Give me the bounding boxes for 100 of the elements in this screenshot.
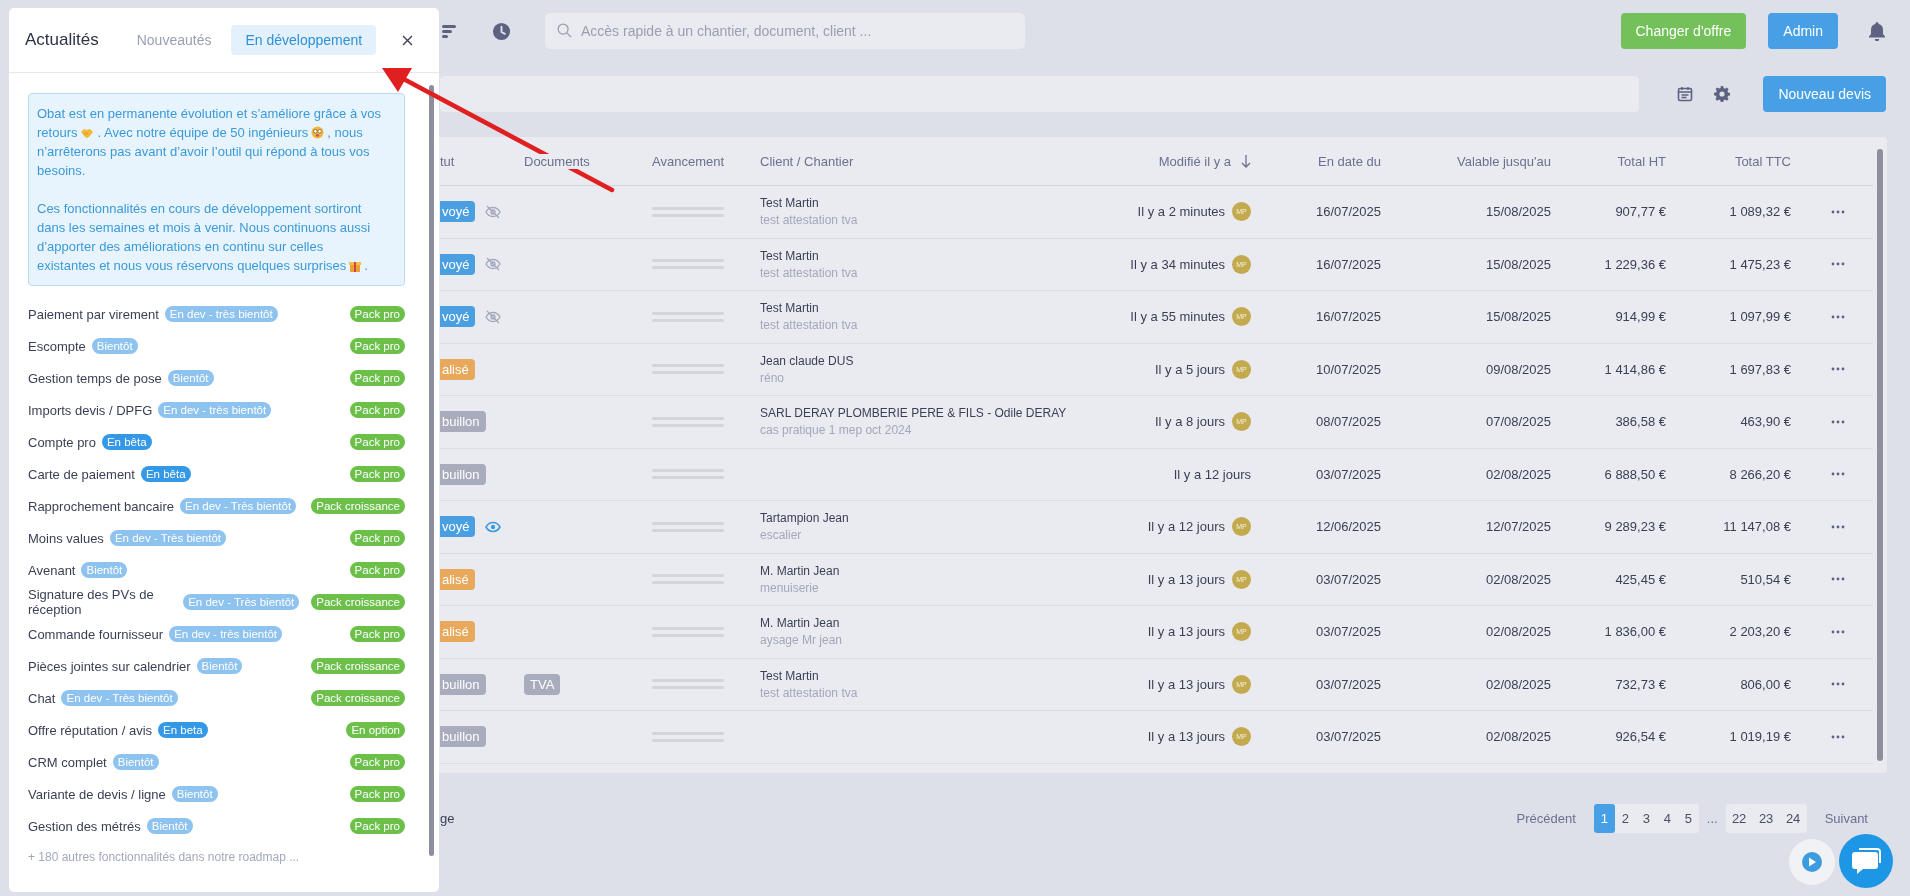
plan-label: Pack pro xyxy=(349,818,405,834)
search-field[interactable]: Accès rapide à un chantier, document, client ... xyxy=(545,13,1025,49)
more-icon[interactable] xyxy=(1831,472,1845,477)
status-label: buillon xyxy=(440,411,486,433)
plan-label: Pack croissance xyxy=(311,498,405,514)
page-button[interactable]: 22 xyxy=(1725,803,1753,833)
dev-status-label: Bientôt xyxy=(171,786,218,802)
client-name: SARL DERAY PLOMBERIE PERE & FILS - Odile DERAY xyxy=(760,406,1067,421)
more-icon[interactable] xyxy=(1831,629,1845,634)
dev-status-label: Bientôt xyxy=(91,338,138,354)
table-cell: 8 266,20 € xyxy=(1729,466,1791,482)
page-button[interactable]: 5 xyxy=(1677,803,1699,833)
feature-name: Imports devis / DPFG xyxy=(28,402,153,418)
intro-text: d’apporter des améliorations en continu sur celles xyxy=(37,239,324,254)
feature-name: Escompte xyxy=(28,338,86,354)
feature-name: Offre réputation / avis xyxy=(28,722,153,738)
more-icon[interactable] xyxy=(1831,682,1845,687)
plan-label: Pack pro xyxy=(349,786,405,802)
page-button[interactable]: 4 xyxy=(1656,803,1678,833)
table-cell: 1 229,36 € xyxy=(1604,256,1666,272)
table-cell: 463,90 € xyxy=(1740,414,1791,430)
panel-tab[interactable]: En développement xyxy=(231,25,377,55)
page-size-label: ge xyxy=(440,810,455,826)
table-cell: 16/07/2025 xyxy=(1315,204,1381,220)
calendar-icon[interactable] xyxy=(1677,86,1694,102)
status-label: buillon xyxy=(440,726,486,748)
play-button[interactable] xyxy=(1788,838,1836,886)
more-icon[interactable] xyxy=(1831,577,1845,582)
more-icon[interactable] xyxy=(1831,734,1845,739)
feature-name: Gestion des métrés xyxy=(28,818,141,834)
table-cell: 907,77 € xyxy=(1615,204,1666,220)
sort-arrow-icon[interactable] xyxy=(1241,154,1251,168)
header-button[interactable]: Admin xyxy=(1768,13,1838,49)
modified-time: Il y a 8 jours xyxy=(1154,414,1225,430)
new-quote-button[interactable]: Nouveau devis xyxy=(1763,76,1886,112)
modified-time: Il y a 12 jours xyxy=(1147,519,1225,535)
plan-label: Pack pro xyxy=(349,626,405,642)
intro-text: . xyxy=(364,258,368,273)
more-icon[interactable] xyxy=(1831,419,1845,424)
more-icon[interactable] xyxy=(1831,314,1845,319)
status-label: alisé xyxy=(440,621,475,643)
table-cell: 15/08/2025 xyxy=(1485,204,1551,220)
site-name: test attestation tva xyxy=(760,318,858,333)
table-cell: 2 203,20 € xyxy=(1729,624,1791,640)
modified-time: Il y a 13 jours xyxy=(1147,729,1225,745)
table-cell: 1 836,00 € xyxy=(1604,624,1666,640)
more-icon[interactable] xyxy=(1831,209,1845,214)
plan-label: Pack pro xyxy=(349,530,405,546)
intro-text: , nous xyxy=(327,125,363,140)
plan-label: Pack pro xyxy=(349,754,405,770)
next-link[interactable]: Suivant xyxy=(1806,810,1886,826)
intro-text: n’arrêterons pas avant d’avoir l’outil qui répond à tous vos xyxy=(37,144,370,159)
plan-label: Pack pro xyxy=(349,434,405,450)
previous-link[interactable]: Précédent xyxy=(1498,810,1594,826)
table-cell: 02/08/2025 xyxy=(1485,571,1551,587)
table-cell: 10/07/2025 xyxy=(1315,361,1381,377)
panel-tab[interactable]: Nouveautés xyxy=(122,25,226,55)
plan-label: Pack croissance xyxy=(311,594,405,610)
table-cell: 425,45 € xyxy=(1615,571,1666,587)
intro-text: retours xyxy=(37,125,78,140)
settings-icon[interactable] xyxy=(1714,86,1731,102)
clock-icon[interactable] xyxy=(492,21,511,41)
bars-icon[interactable] xyxy=(442,24,456,38)
table-cell: 03/07/2025 xyxy=(1315,571,1381,587)
more-icon[interactable] xyxy=(1831,367,1845,372)
page-button[interactable]: 2 xyxy=(1614,803,1636,833)
table-cell: 1 414,86 € xyxy=(1604,361,1666,377)
table-cell: 15/08/2025 xyxy=(1485,309,1551,325)
feature-name: Avenant xyxy=(28,562,76,578)
page-button[interactable]: 23 xyxy=(1752,803,1780,833)
bell-icon[interactable] xyxy=(1868,21,1886,41)
chat-button[interactable] xyxy=(1838,833,1894,889)
search-icon xyxy=(557,23,572,38)
table-cell: 02/08/2025 xyxy=(1485,729,1551,745)
page-button[interactable]: 24 xyxy=(1779,803,1807,833)
header-button[interactable]: Changer d'offre xyxy=(1620,13,1747,49)
status-label: voyé xyxy=(440,201,476,223)
table-cell: 03/07/2025 xyxy=(1315,624,1381,640)
client-name: Tartampion Jean xyxy=(760,511,849,526)
site-name: réno xyxy=(760,370,785,385)
plan-label: Pack pro xyxy=(349,562,405,578)
filter-field[interactable] xyxy=(440,76,1640,112)
page-button[interactable]: 1 xyxy=(1593,803,1615,833)
dev-status-label: En bêta xyxy=(101,434,152,450)
site-name: cas pratique 1 mep oct 2024 xyxy=(760,423,912,438)
eye-icon[interactable] xyxy=(485,519,502,534)
table-cell: 16/07/2025 xyxy=(1315,309,1381,325)
page-button[interactable]: 3 xyxy=(1635,803,1657,833)
dev-status-label: En dev - très bientôt xyxy=(164,306,278,322)
site-name: test attestation tva xyxy=(760,213,858,228)
feature-name: Chat xyxy=(28,690,56,706)
dev-status-label: En dev - Très bientôt xyxy=(61,690,178,706)
more-icon[interactable] xyxy=(1831,524,1845,529)
more-icon[interactable] xyxy=(1831,262,1845,267)
feature-name: Moins values xyxy=(28,530,104,546)
client-name: Test Martin xyxy=(760,196,819,211)
close-icon[interactable] xyxy=(402,34,413,46)
feature-name: Rapprochement bancaire xyxy=(28,498,174,514)
modified-time: Il y a 13 jours xyxy=(1147,676,1225,692)
intro-text: . Avec notre équipe de 50 ingénieurs xyxy=(97,125,309,140)
